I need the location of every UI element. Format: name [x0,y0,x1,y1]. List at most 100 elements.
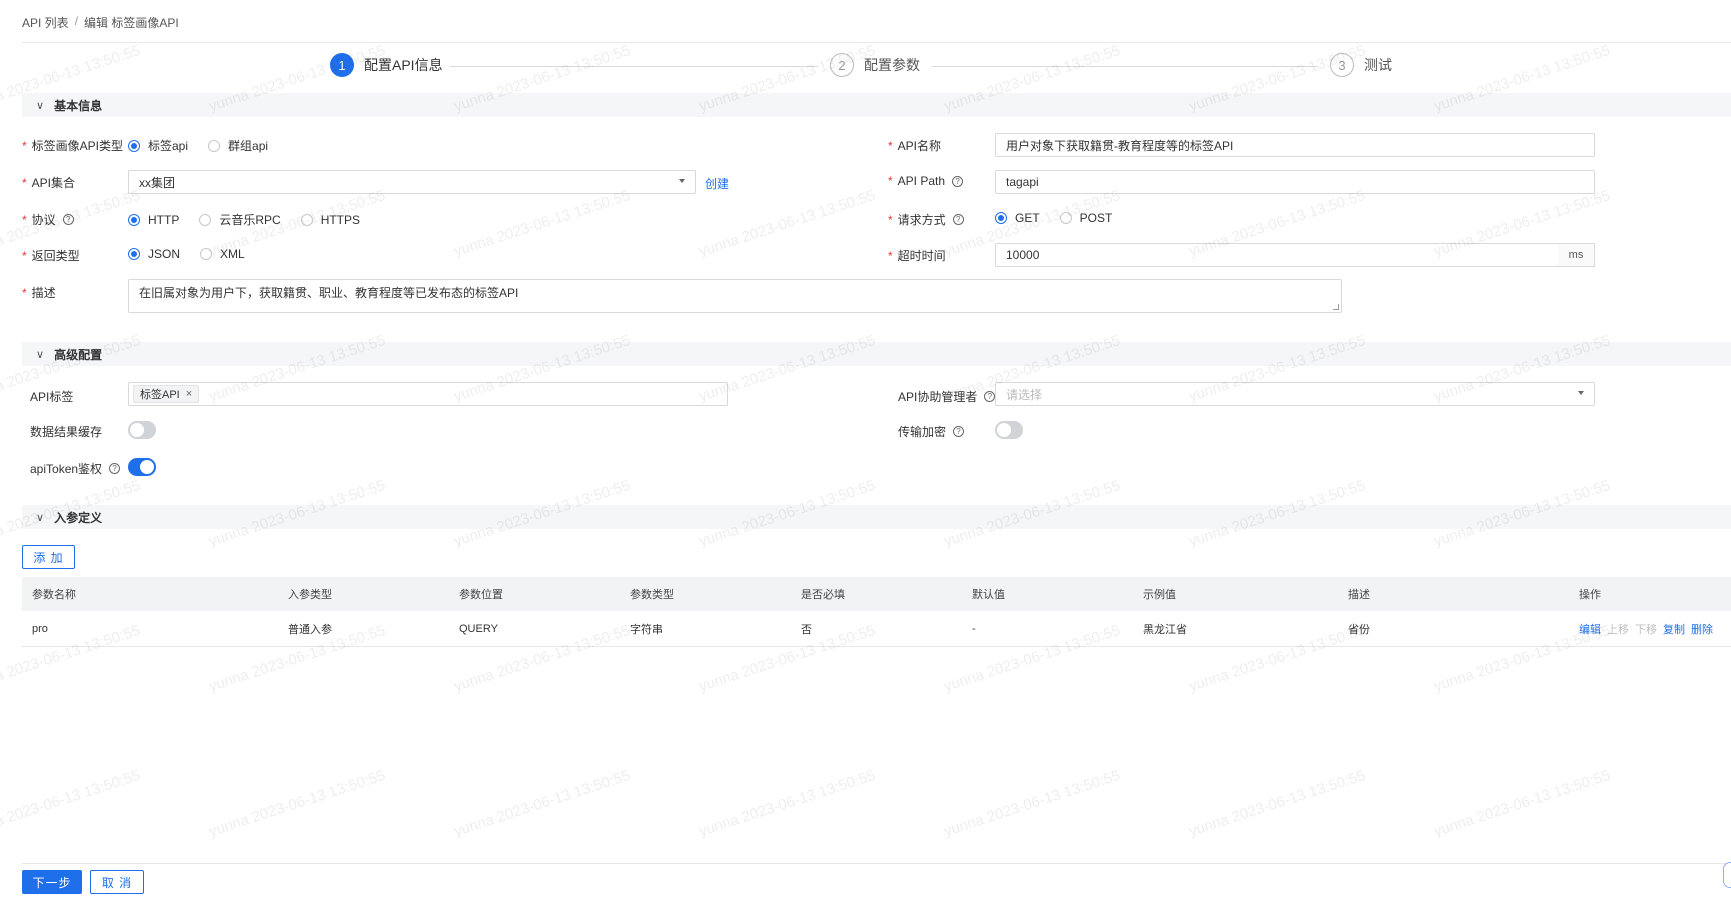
step-1-number: 1 [330,53,354,77]
step-3-number: 3 [1330,53,1354,77]
return-type-label: * 返回类型 [22,248,80,264]
api-tag-label: API标签 [30,390,74,404]
create-collection-link[interactable]: 创建 [705,175,729,192]
watermark-text: yunna 2023-06-13 13:50:55 [206,766,388,841]
col-default: 默认值 [972,589,1005,601]
col-description: 描述 [1348,589,1370,601]
cell-description: 省份 [1348,624,1370,636]
token-auth-switch[interactable] [128,458,156,476]
step-2: 2 配置参数 [830,53,920,77]
breadcrumb-separator: / [74,14,79,28]
timeout-label: * 超时时间 [888,248,946,264]
cache-switch[interactable] [128,421,156,439]
delete-link[interactable]: 删除 [1691,621,1713,637]
return-type-radio-group: JSON XML [128,247,245,261]
radio-tag-api[interactable]: 标签api [128,137,188,154]
top-divider [22,42,1731,43]
next-step-button[interactable]: 下一步 [22,870,82,894]
col-param-type: 参数类型 [630,589,674,601]
breadcrumb: API 列表 / 编辑 标签画像API [22,14,179,31]
watermark-text: yunna 2023-06-13 13:50:55 [1431,766,1613,841]
timeout-input[interactable]: 10000 [995,243,1559,267]
encrypt-switch[interactable] [995,421,1023,439]
api-name-label: * API名称 [888,138,942,154]
watermark-text: yunna 2023-06-13 13:50:55 [451,766,633,841]
radio-get[interactable]: GET [995,211,1040,225]
co-manager-label: API协助管理者? [898,388,996,405]
step-1-label: 配置API信息 [364,57,443,73]
move-down-link[interactable]: 下移 [1635,621,1657,637]
api-tag-select[interactable]: 标签API × [128,382,728,406]
description-textarea[interactable]: 在旧属对象为用户下，获取籍贯、职业、教育程度等已发布态的标签API [128,279,1342,313]
help-icon[interactable]: ? [953,426,965,437]
token-auth-label: apiToken鉴权? [30,460,121,477]
resize-grip-icon[interactable] [1333,304,1339,310]
method-radio-group: GET POST [995,211,1112,225]
breadcrumb-root-link[interactable]: API 列表 [22,14,69,31]
help-icon[interactable]: ? [62,214,74,225]
watermark-text: yunna 2023-06-13 13:50:55 [1186,766,1368,841]
cache-label: 数据结果缓存 [30,425,103,439]
table-row: pro 普通入参 QUERY 字符串 否 - 黑龙江省 省份 编辑 上移 下移 … [22,612,1731,647]
section-params-header[interactable]: ∨ 入参定义 [22,505,1731,529]
chevron-down-icon: ∨ [36,348,45,361]
watermark-text: yunna 2023-06-13 13:50:55 [696,186,878,261]
help-icon[interactable]: ? [952,214,964,225]
timeout-unit: ms [1558,243,1595,267]
close-icon[interactable]: × [186,388,192,400]
caret-down-icon [1578,391,1584,395]
help-icon[interactable]: ? [952,175,964,187]
section-advanced-header[interactable]: ∨ 高级配置 [22,342,1731,366]
radio-post[interactable]: POST [1059,211,1112,225]
radio-https[interactable]: HTTPS [300,213,360,227]
section-basic-title: 基本信息 [54,98,103,113]
cancel-button[interactable]: 取 消 [90,870,144,894]
api-type-label: * 标签画像API类型 [22,138,124,154]
col-example: 示例值 [1143,589,1176,601]
watermark-text: yunna 2023-06-13 13:50:55 [0,766,143,841]
api-path-label: * API Path? [888,174,964,188]
move-up-link[interactable]: 上移 [1607,621,1629,637]
api-collection-select[interactable]: xx集团 [128,170,696,194]
row-actions: 编辑 上移 下移 复制 删除 [1579,612,1713,646]
section-basic-header[interactable]: ∨ 基本信息 [22,93,1731,117]
help-icon[interactable]: ? [109,463,121,474]
footer-divider [22,863,1731,864]
radio-rpc[interactable]: 云音乐RPC [199,211,281,228]
cell-required: 否 [801,624,812,636]
copy-link[interactable]: 复制 [1663,621,1685,637]
api-type-radio-group: 标签api 群组api [128,137,268,154]
step-3: 3 测试 [1330,53,1392,77]
caret-down-icon [679,179,685,183]
watermark-text: yunna 2023-06-13 13:50:55 [451,186,633,261]
section-params-title: 入参定义 [54,510,103,525]
col-in-type: 入参类型 [288,589,332,601]
help-icon[interactable]: ? [984,391,996,402]
protocol-radio-group: HTTP 云音乐RPC HTTPS [128,211,360,228]
side-drawer-handle[interactable] [1723,862,1731,888]
step-2-number: 2 [830,53,854,77]
edit-link[interactable]: 编辑 [1579,621,1601,637]
col-position: 参数位置 [459,589,503,601]
cell-param-type: 字符串 [630,624,663,636]
radio-http[interactable]: HTTP [128,213,179,227]
step-connector-2 [932,66,1318,67]
chevron-down-icon: ∨ [36,511,45,524]
cell-position: QUERY [459,623,498,635]
radio-group-api[interactable]: 群组api [208,137,268,154]
col-actions: 操作 [1579,589,1601,601]
add-param-button[interactable]: 添 加 [22,545,75,569]
tag-chip: 标签API × [133,385,200,403]
description-label: * 描述 [22,285,56,301]
api-name-input[interactable]: 用户对象下获取籍贯-教育程度等的标签API [995,133,1595,157]
co-manager-select[interactable]: 请选择 [995,382,1595,406]
step-3-label: 测试 [1364,57,1392,73]
chevron-down-icon: ∨ [36,99,45,112]
radio-json[interactable]: JSON [128,247,180,261]
params-table-header: 参数名称 入参类型 参数位置 参数类型 是否必填 默认值 示例值 描述 操作 [22,577,1731,611]
encrypt-label: 传输加密? [898,423,965,440]
request-method-label: * 请求方式? [888,211,964,228]
api-collection-label: * API集合 [22,175,76,191]
api-path-input[interactable]: tagapi [995,170,1595,194]
radio-xml[interactable]: XML [200,247,245,261]
